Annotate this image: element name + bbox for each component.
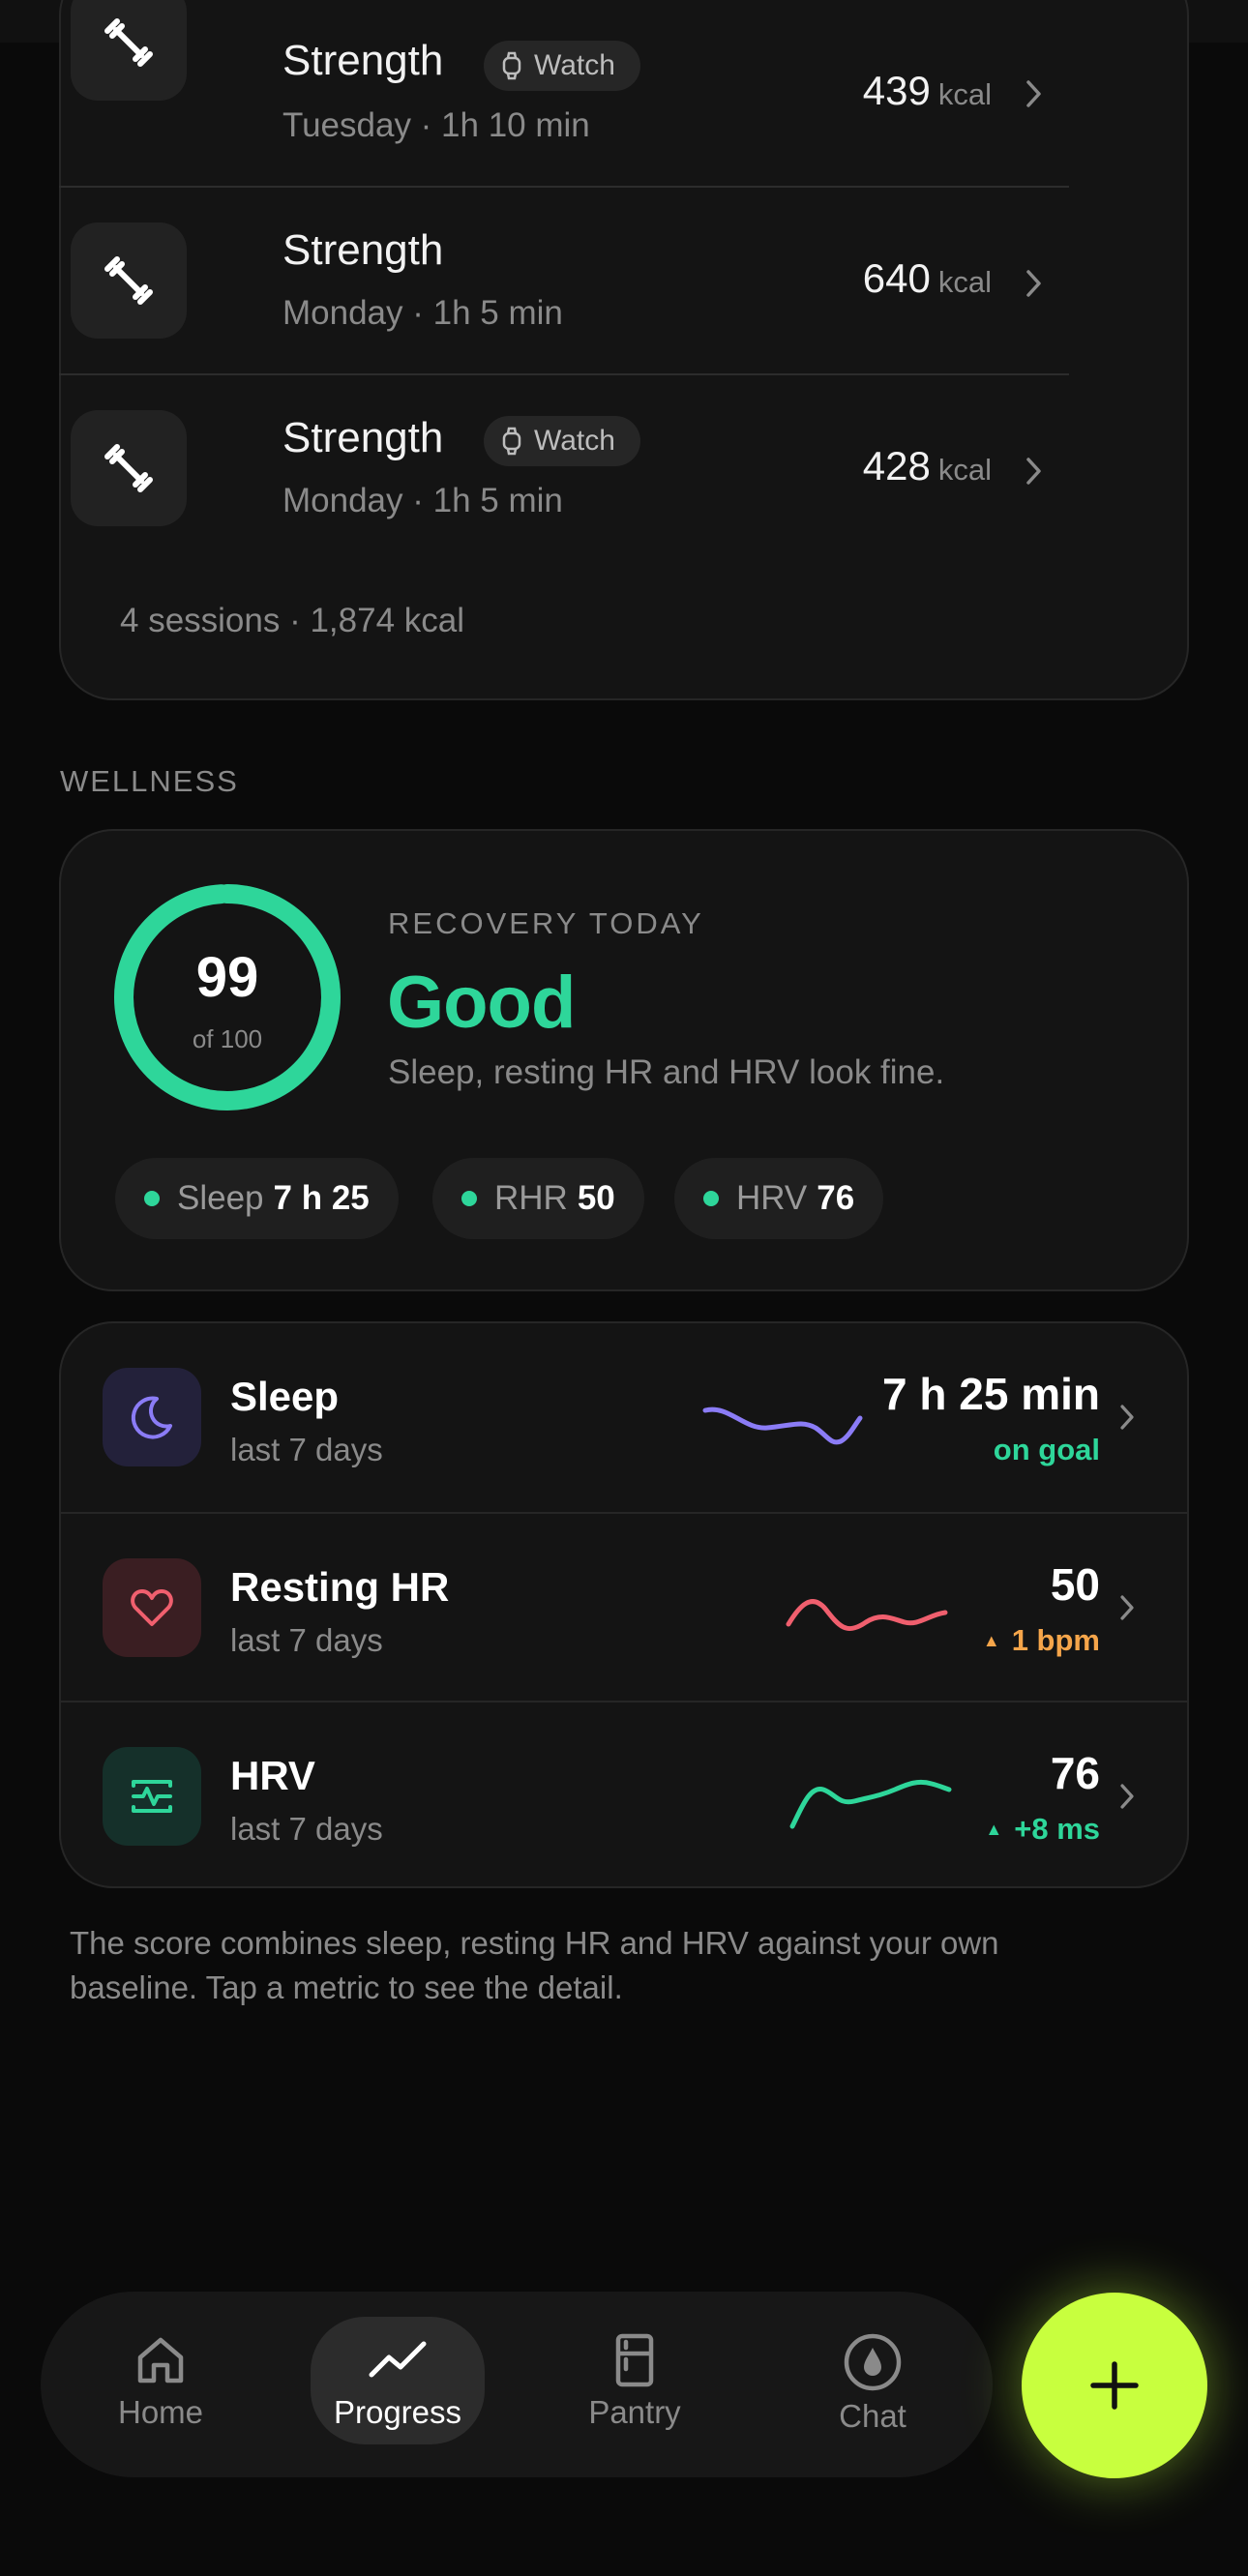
metric-value: 50 <box>1050 1559 1100 1610</box>
session-subtitle: Monday · 1h 5 min <box>282 294 563 332</box>
nav-label: Progress <box>333 2394 462 2430</box>
recovery-label: RECOVERY TODAY <box>388 906 704 940</box>
up-arrow-icon: ▲ <box>985 1820 1003 1839</box>
bottom-nav: Home Progress Pantry Chat <box>41 2292 993 2477</box>
section-label-wellness: WELLNESS <box>60 764 239 798</box>
metric-delta: ▲ 1 bpm <box>983 1623 1100 1658</box>
nav-item-home[interactable]: Home <box>74 2317 248 2444</box>
watch-badge: Watch <box>484 41 640 91</box>
hrv-sparkline <box>789 1779 952 1829</box>
trend-icon <box>369 2341 427 2378</box>
dumbbell-icon <box>71 222 187 339</box>
chevron-right-icon <box>1026 80 1041 107</box>
status-dot <box>461 1191 477 1206</box>
session-row[interactable]: Strength Watch Monday · 1h 5 min 428 kcal <box>59 375 1069 563</box>
recovery-status: Good <box>387 962 576 1044</box>
metric-delta-text: +8 ms <box>1014 1812 1100 1846</box>
chevron-right-icon <box>1120 1405 1134 1430</box>
kcal-value: 439 <box>862 68 931 113</box>
nav-item-chat[interactable]: Chat <box>786 2317 960 2444</box>
session-title: Strength <box>282 226 444 274</box>
wellness-footnote: The score combines sleep, resting HR and… <box>70 1925 999 2005</box>
home-icon <box>137 2337 184 2384</box>
metric-row-sleep[interactable]: Sleep last 7 days 7 h 25 min on goal <box>61 1323 1187 1512</box>
metrics-card: Sleep last 7 days 7 h 25 min on goal Res… <box>59 1321 1189 1888</box>
sleep-sparkline <box>702 1406 863 1445</box>
nav-label: Pantry <box>588 2394 681 2430</box>
watch-icon <box>502 51 521 80</box>
chat-icon <box>844 2333 902 2391</box>
session-row[interactable]: Strength Monday · 1h 5 min 640 kcal <box>59 188 1069 375</box>
metric-delta-text: 1 bpm <box>1011 1623 1100 1657</box>
metric-title: Resting HR <box>230 1564 450 1610</box>
metric-delta: ▲ +8 ms <box>985 1812 1100 1847</box>
watch-badge-label: Watch <box>534 425 615 457</box>
metric-delta: on goal <box>994 1433 1100 1467</box>
status-dot <box>144 1191 160 1206</box>
chip-sleep[interactable]: Sleep 7 h 25 <box>115 1158 399 1239</box>
status-dot <box>703 1191 719 1206</box>
metric-subtitle: last 7 days <box>230 1811 383 1847</box>
dumbbell-icon <box>71 0 187 101</box>
watch-badge: Watch <box>484 416 640 466</box>
session-kcal: 428 kcal <box>863 443 992 489</box>
nav-label: Home <box>117 2394 204 2430</box>
watch-icon <box>502 427 521 456</box>
dumbbell-icon <box>71 410 187 526</box>
recovery-card[interactable]: 99 of 100 RECOVERY TODAY Good Sleep, res… <box>59 829 1189 1291</box>
metric-value: 76 <box>1050 1748 1100 1798</box>
nav-label: Chat <box>839 2398 906 2434</box>
chevron-right-icon <box>1026 270 1041 297</box>
chip-value: 7 h 25 <box>273 1179 370 1217</box>
session-row[interactable]: Strength Watch Tuesday · 1h 10 min 439 kc… <box>59 0 1069 188</box>
heart-icon <box>103 1558 201 1657</box>
up-arrow-icon: ▲ <box>982 1631 1000 1650</box>
nav-item-progress[interactable]: Progress <box>311 2317 485 2444</box>
pulse-icon <box>103 1747 201 1846</box>
metric-value: 7 h 25 min <box>882 1369 1100 1419</box>
recovery-description: Sleep, resting HR and HRV look fine. <box>388 1053 945 1091</box>
fridge-icon <box>615 2333 654 2387</box>
metric-row-hrv[interactable]: HRV last 7 days 76 ▲ +8 ms <box>61 1701 1187 1886</box>
metric-title: HRV <box>230 1753 315 1798</box>
kcal-value: 428 <box>862 443 931 489</box>
sessions-summary: 4 sessions · 1,874 kcal <box>120 602 465 639</box>
nav-item-pantry[interactable]: Pantry <box>548 2317 722 2444</box>
session-subtitle: Monday · 1h 5 min <box>282 482 563 519</box>
add-button[interactable] <box>1022 2293 1207 2478</box>
chip-hrv[interactable]: HRV 76 <box>674 1158 884 1239</box>
metric-delta-text: on goal <box>993 1433 1100 1466</box>
session-subtitle: Tuesday · 1h 10 min <box>282 106 590 144</box>
chip-rhr[interactable]: RHR 50 <box>432 1158 644 1239</box>
moon-icon <box>103 1368 201 1466</box>
session-title: Strength <box>282 414 444 461</box>
chevron-right-icon <box>1120 1595 1134 1620</box>
kcal-unit: kcal <box>937 265 992 299</box>
kcal-value: 640 <box>862 255 931 301</box>
chip-label: RHR <box>494 1179 568 1217</box>
session-kcal: 640 kcal <box>863 255 992 302</box>
session-kcal: 439 kcal <box>863 68 992 114</box>
plus-icon <box>1090 2361 1139 2410</box>
recovery-score: 99 <box>195 946 259 1009</box>
recovery-score-max: of 100 <box>192 1024 263 1053</box>
metric-title: Sleep <box>230 1374 340 1419</box>
resting-hr-sparkline <box>786 1599 948 1631</box>
chip-value: 50 <box>577 1179 615 1217</box>
chevron-right-icon <box>1026 458 1041 485</box>
chip-value: 76 <box>817 1179 855 1217</box>
metric-subtitle: last 7 days <box>230 1622 383 1658</box>
kcal-unit: kcal <box>937 77 992 111</box>
chevron-right-icon <box>1120 1784 1134 1809</box>
chip-label: Sleep <box>177 1179 264 1217</box>
metric-row-resting-hr[interactable]: Resting HR last 7 days 50 ▲ 1 bpm <box>61 1512 1187 1701</box>
watch-badge-label: Watch <box>534 49 615 81</box>
metric-subtitle: last 7 days <box>230 1432 383 1467</box>
session-title: Strength <box>282 37 444 84</box>
chip-label: HRV <box>736 1179 808 1217</box>
kcal-unit: kcal <box>937 453 992 487</box>
